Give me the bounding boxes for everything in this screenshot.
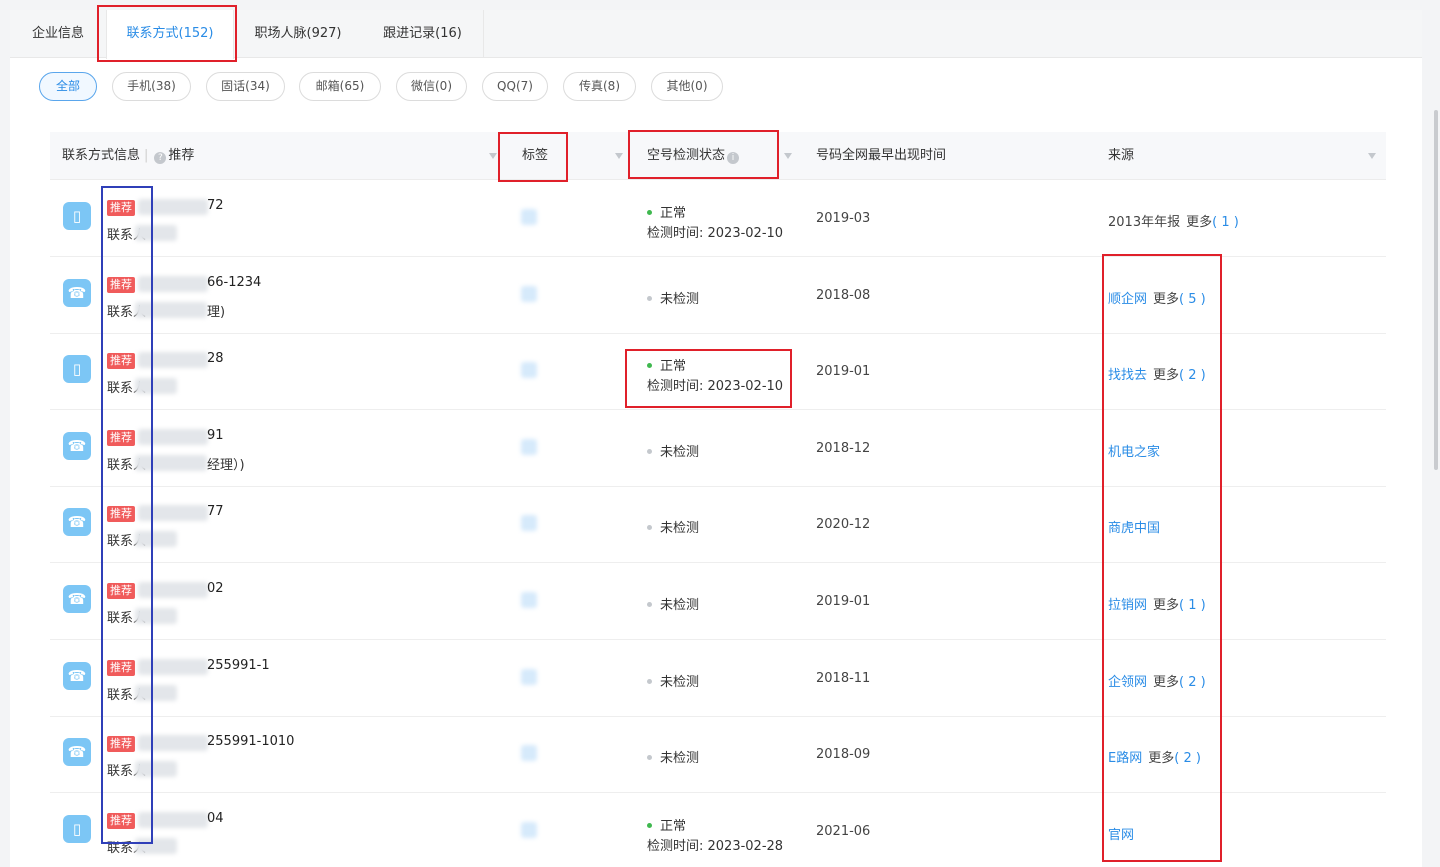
header-contact-info: 联系方式信息 |? 推荐 xyxy=(62,132,194,180)
filter-landline[interactable]: 固话(34) xyxy=(206,72,285,101)
tag-cell[interactable] xyxy=(521,209,537,225)
source-cell: 2013年年报 更多( 1 ) xyxy=(1108,211,1239,230)
contact-number[interactable]: 02 xyxy=(207,581,224,596)
header-contact-info-label: 联系方式信息 xyxy=(62,148,141,163)
filter-email[interactable]: 邮箱(65) xyxy=(299,72,381,101)
annotation-box-source-column xyxy=(1102,254,1222,862)
phone-icon: ☎ xyxy=(63,661,91,690)
check-time: 检测时间: 2023-02-10 xyxy=(647,226,784,241)
header-first-seen-time: 号码全网最早出现时间 xyxy=(816,148,947,163)
phone-icon: ☎ xyxy=(63,585,91,613)
status-text: 未检测 xyxy=(660,444,700,460)
status-text: 未检测 xyxy=(660,751,700,767)
source-link: 2013年年报 xyxy=(1108,215,1181,230)
tag-cell[interactable] xyxy=(521,821,537,838)
empty-number-status: 未检测 xyxy=(647,288,699,307)
empty-number-status: 未检测 xyxy=(647,517,699,536)
phone-icon: ☎ xyxy=(63,738,91,767)
annotation-box-tab xyxy=(97,5,237,62)
tag-cell[interactable] xyxy=(521,592,537,608)
header-source: 来源 xyxy=(1108,148,1135,163)
annotation-box-tag-header xyxy=(498,132,568,182)
tag-cell[interactable] xyxy=(521,745,537,762)
filter-other[interactable]: 其他(0) xyxy=(651,72,723,101)
filter-fax[interactable]: 传真(8) xyxy=(563,72,636,101)
tab-company-info[interactable]: 企业信息 xyxy=(10,10,106,58)
empty-number-status: 正常 xyxy=(647,202,686,221)
status-text: 正常 xyxy=(660,206,687,221)
header-recommend-label: 推荐 xyxy=(168,148,195,163)
first-seen-date: 2018-09 xyxy=(816,747,871,763)
status-dot xyxy=(647,755,652,761)
mobile-icon: ▯ xyxy=(63,202,91,230)
filter-funnel-icon[interactable] xyxy=(784,153,792,159)
annotation-box-status-cell xyxy=(625,349,792,408)
first-seen-date: 2018-08 xyxy=(816,287,871,303)
contact-number[interactable]: 255991-1 xyxy=(207,658,270,673)
more-sources-link[interactable]: 更多( 1 ) xyxy=(1186,215,1239,230)
first-seen-date: 2020-12 xyxy=(816,517,871,533)
first-seen-date: 2021-06 xyxy=(816,823,871,839)
filter-mobile[interactable]: 手机(38) xyxy=(112,72,191,101)
question-icon[interactable]: ? xyxy=(154,152,167,164)
vertical-scrollbar[interactable] xyxy=(1434,110,1438,470)
empty-number-status: 正常 xyxy=(647,815,686,834)
tag-cell[interactable] xyxy=(521,438,537,455)
status-text: 未检测 xyxy=(660,598,700,613)
phone-icon: ☎ xyxy=(63,508,91,537)
status-dot xyxy=(647,602,652,607)
contact-number[interactable]: 66-1234 xyxy=(207,275,261,290)
status-text: 未检测 xyxy=(660,521,700,537)
contact-number[interactable]: 255991-1010 xyxy=(207,734,294,749)
contact-person-title: 理) xyxy=(207,304,226,320)
tag-cell[interactable] xyxy=(521,668,537,685)
contact-person-title: 经理）) xyxy=(207,457,245,473)
tab-workplace-network[interactable]: 职场人脉(927) xyxy=(234,10,362,58)
empty-number-status: 未检测 xyxy=(647,594,699,613)
status-dot xyxy=(647,295,652,301)
contact-number[interactable]: 72 xyxy=(207,198,224,213)
contact-number[interactable]: 04 xyxy=(207,811,224,826)
table-row[interactable]: ▯ 推荐 72 联系人 正常 检测时间: 2023-02-10 2019-03 2013年年报… xyxy=(50,181,1386,257)
first-seen-date: 2018-11 xyxy=(816,670,871,686)
first-seen-date: 2019-03 xyxy=(816,211,871,226)
more-label[interactable]: 更多 xyxy=(1186,215,1212,230)
status-text: 未检测 xyxy=(660,291,700,307)
filter-funnel-icon[interactable] xyxy=(1368,153,1376,159)
check-time: 检测时间: 2023-02-28 xyxy=(647,838,784,854)
empty-number-status: 未检测 xyxy=(647,747,699,766)
tab-follow-up-records[interactable]: 跟进记录(16) xyxy=(362,10,484,58)
first-seen-date: 2018-12 xyxy=(816,440,871,456)
filter-qq[interactable]: QQ(7) xyxy=(482,72,548,101)
mobile-icon: ▯ xyxy=(63,814,91,843)
status-text: 未检测 xyxy=(660,674,700,690)
first-seen-date: 2019-01 xyxy=(816,364,871,380)
filter-funnel-icon[interactable] xyxy=(489,153,497,159)
first-seen-date: 2019-01 xyxy=(816,594,871,609)
tag-cell[interactable] xyxy=(521,515,537,532)
status-dot xyxy=(647,525,652,531)
status-dot xyxy=(647,678,652,684)
status-dot xyxy=(647,822,652,828)
status-text: 正常 xyxy=(660,818,687,834)
contact-number[interactable]: 28 xyxy=(207,351,224,366)
annotation-box-recommend-column xyxy=(101,186,153,844)
contact-number[interactable]: 77 xyxy=(207,504,224,519)
phone-icon: ☎ xyxy=(63,278,91,307)
mobile-icon: ▯ xyxy=(63,355,91,384)
filter-wechat[interactable]: 微信(0) xyxy=(396,72,467,101)
phone-icon: ☎ xyxy=(63,431,91,460)
empty-number-status: 未检测 xyxy=(647,671,699,690)
status-dot xyxy=(647,448,652,454)
tag-cell[interactable] xyxy=(521,285,537,302)
contact-number[interactable]: 91 xyxy=(207,428,224,443)
status-dot xyxy=(647,210,652,215)
tag-cell[interactable] xyxy=(521,362,537,379)
empty-number-status: 未检测 xyxy=(647,441,699,460)
filter-funnel-icon[interactable] xyxy=(615,153,623,159)
header-separator: | xyxy=(144,148,149,163)
filter-all[interactable]: 全部 xyxy=(39,72,97,101)
annotation-box-status-header xyxy=(628,130,779,179)
more-count[interactable]: ( 1 ) xyxy=(1212,215,1239,230)
